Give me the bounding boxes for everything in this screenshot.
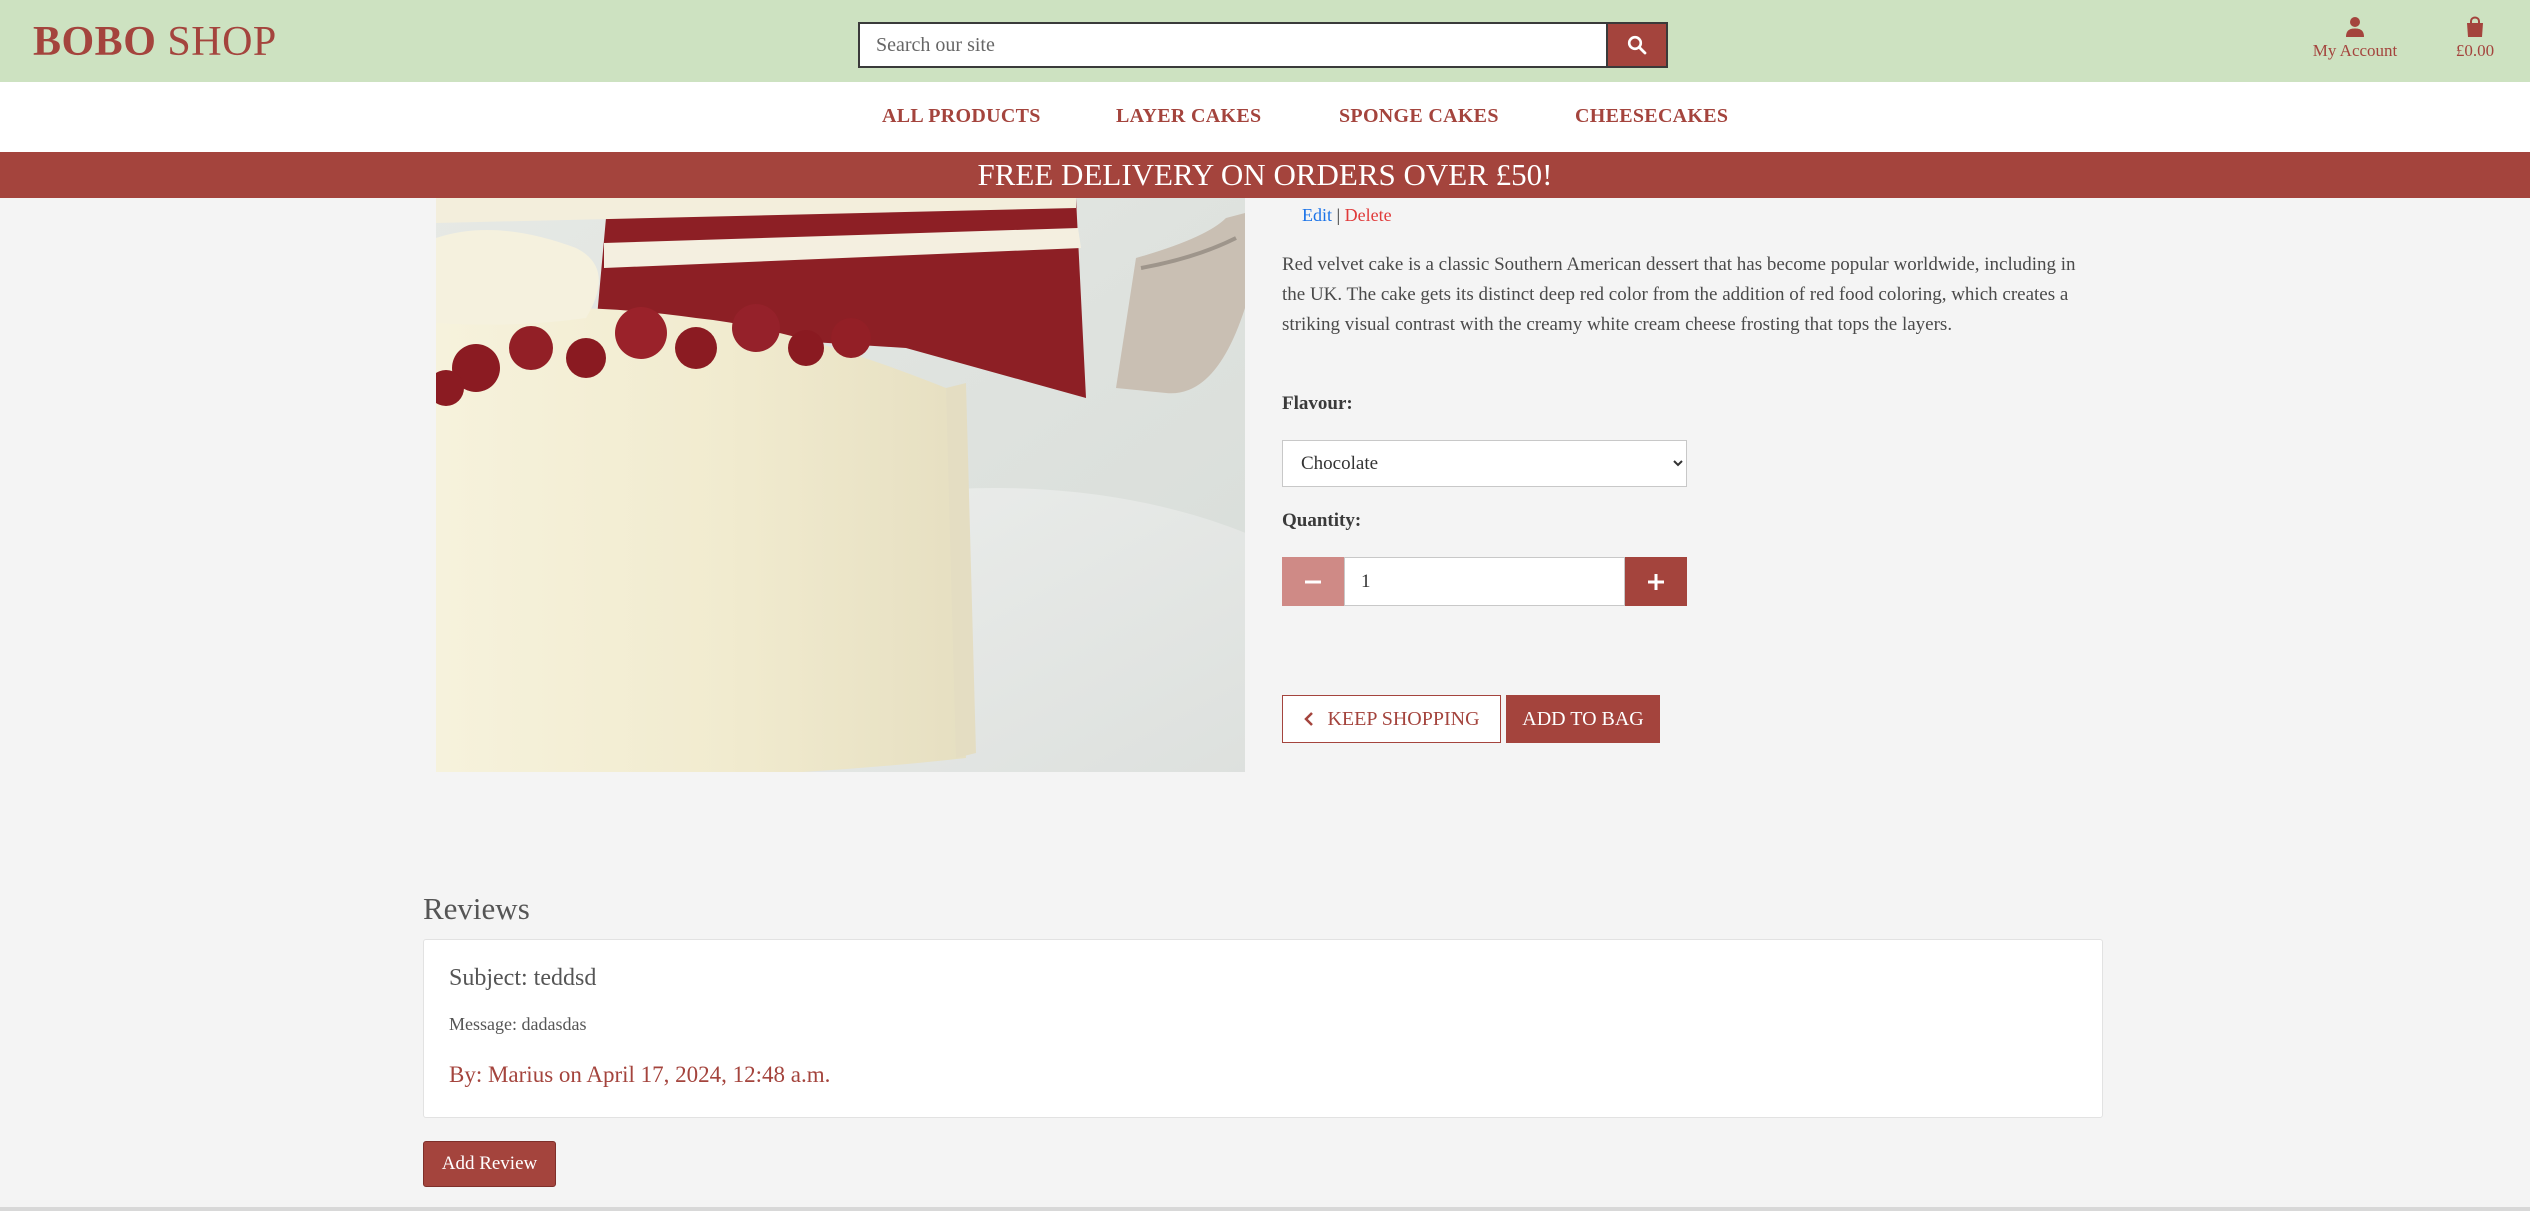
review-message: Message: dadasdas — [449, 1014, 587, 1034]
user-icon — [2346, 17, 2364, 37]
decrement-quantity-button[interactable] — [1282, 557, 1344, 606]
nav-item-layer-cakes[interactable]: LAYER CAKES — [1116, 105, 1261, 128]
plus-icon — [1648, 573, 1664, 590]
increment-quantity-button[interactable] — [1625, 557, 1687, 606]
review-author: By: Marius on April 17, 2024, 12:48 a.m. — [449, 1062, 831, 1087]
quantity-label: Quantity: — [1282, 510, 1362, 531]
review-card — [423, 939, 2103, 1118]
quantity-input[interactable] — [1344, 557, 1625, 606]
keep-shopping-label: KEEP SHOPPING — [1327, 707, 1480, 730]
bag-total: £0.00 — [2455, 41, 2495, 60]
chevron-left-icon — [1304, 712, 1314, 726]
keep-shopping-button[interactable]: KEEP SHOPPING — [1282, 695, 1501, 743]
link-separator: | — [1336, 205, 1341, 225]
product-description: Red velvet cake is a classic Southern Am… — [1282, 254, 2076, 335]
product-image — [436, 198, 1245, 772]
site-logo[interactable]: BOBO SHOP — [33, 18, 277, 66]
reviews-heading: Reviews — [423, 891, 530, 926]
shopping-bag-link[interactable]: £0.00 — [2440, 16, 2510, 61]
search-icon — [1627, 35, 1647, 55]
search-input[interactable] — [858, 22, 1607, 68]
add-review-button[interactable]: Add Review — [423, 1141, 556, 1187]
delivery-banner: FREE DELIVERY ON ORDERS OVER £50! — [0, 152, 2530, 198]
nav-item-sponge-cakes[interactable]: SPONGE CAKES — [1339, 105, 1499, 128]
flavour-select[interactable]: Chocolate — [1282, 440, 1687, 487]
nav-item-all-products[interactable]: ALL PRODUCTS — [882, 105, 1041, 128]
search-button[interactable] — [1606, 22, 1668, 68]
admin-links: Edit | Delete — [1302, 205, 1392, 226]
flavour-label: Flavour: — [1282, 393, 1353, 414]
delete-link[interactable]: Delete — [1345, 205, 1392, 225]
nav-item-cheesecakes[interactable]: CHEESECAKES — [1575, 105, 1728, 128]
my-account-link[interactable]: My Account — [2300, 16, 2410, 61]
add-to-bag-button[interactable]: ADD TO BAG — [1506, 695, 1660, 743]
bottom-divider — [0, 1207, 2530, 1211]
shopping-bag-icon — [2467, 16, 2483, 37]
main-nav — [0, 82, 2530, 152]
review-subject: Subject: teddsd — [449, 965, 597, 991]
edit-link[interactable]: Edit — [1302, 205, 1332, 225]
my-account-label: My Account — [2312, 41, 2398, 60]
minus-icon — [1305, 580, 1321, 583]
